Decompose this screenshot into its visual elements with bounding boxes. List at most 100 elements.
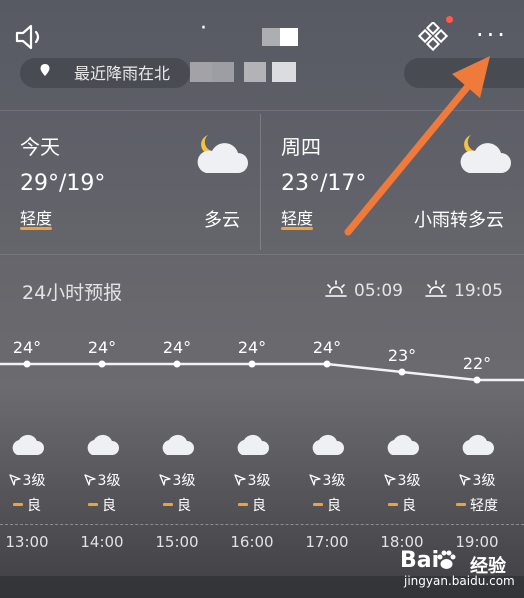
wind-level: 3级 bbox=[372, 470, 432, 490]
wind-direction-icon bbox=[83, 474, 96, 486]
air-quality-bar bbox=[281, 227, 313, 230]
cloud-icon bbox=[462, 434, 494, 455]
wind-level-text: 3级 bbox=[472, 473, 496, 489]
day-condition: 小雨转多云 bbox=[414, 210, 504, 231]
air-quality-text: 良 bbox=[177, 498, 191, 514]
day-name: 周四 bbox=[281, 135, 321, 159]
air-quality: 良 bbox=[297, 495, 357, 515]
wind-level: 3级 bbox=[147, 470, 207, 490]
sunset-icon bbox=[425, 280, 447, 297]
hour-temp: 24° bbox=[312, 338, 342, 357]
hour-temp: 23° bbox=[387, 346, 417, 365]
hour-time: 15:00 bbox=[155, 533, 199, 551]
air-quality-text: 良 bbox=[252, 498, 266, 514]
rain-alert-text: 最近降雨在北 bbox=[74, 64, 171, 83]
wind-direction-icon bbox=[458, 474, 471, 486]
wind-level: 3级 bbox=[222, 470, 282, 490]
cloud-icon bbox=[387, 434, 419, 455]
cloud-icon bbox=[162, 434, 194, 455]
air-quality: 良 bbox=[372, 495, 432, 515]
widgets-icon[interactable] bbox=[418, 22, 448, 52]
sunrise-time: 05:09 bbox=[354, 281, 403, 301]
wind-direction-icon bbox=[8, 474, 21, 486]
wind-direction-icon bbox=[383, 474, 396, 486]
day-card-today[interactable]: 今天 29°/19° 轻度 多云 bbox=[0, 111, 260, 254]
air-quality-bar bbox=[20, 227, 52, 230]
temp-point bbox=[173, 360, 181, 368]
cloud-icon bbox=[87, 434, 119, 455]
hour-temp: 24° bbox=[237, 338, 267, 357]
wind-level-text: 3级 bbox=[22, 473, 46, 489]
air-quality-text: 轻度 bbox=[470, 498, 498, 514]
forecast-title: 24小时预报 bbox=[22, 282, 123, 304]
sunset-time: 19:05 bbox=[454, 281, 503, 301]
air-quality-dash bbox=[163, 503, 173, 506]
wind-level: 3级 bbox=[447, 470, 507, 490]
temp-point bbox=[23, 360, 31, 368]
wind-level: 3级 bbox=[297, 470, 357, 490]
hour-time: 17:00 bbox=[305, 533, 349, 551]
air-quality: 轻度 bbox=[447, 495, 507, 515]
redacted-block bbox=[280, 28, 298, 46]
hour-temp: 24° bbox=[162, 338, 192, 357]
air-quality-text: 良 bbox=[27, 498, 41, 514]
cloud-icon bbox=[12, 434, 44, 455]
wind-level-text: 3级 bbox=[247, 473, 271, 489]
air-quality: 良 bbox=[0, 495, 57, 515]
air-quality-text: 良 bbox=[402, 498, 416, 514]
air-quality: 良 bbox=[72, 495, 132, 515]
location-pin-icon bbox=[40, 64, 50, 76]
cloud-icon bbox=[237, 434, 269, 455]
timeline-divider bbox=[0, 524, 524, 525]
weather-alert-chip[interactable] bbox=[404, 58, 524, 88]
notification-dot bbox=[446, 16, 453, 23]
temp-point bbox=[398, 368, 406, 376]
redacted-block bbox=[190, 62, 212, 82]
temp-point bbox=[323, 360, 331, 368]
hour-time: 14:00 bbox=[80, 533, 124, 551]
temp-point bbox=[98, 360, 106, 368]
rain-alert-banner[interactable]: 最近降雨在北 bbox=[20, 58, 190, 88]
partly-cloudy-night-icon bbox=[460, 135, 511, 173]
air-quality-dash bbox=[88, 503, 98, 506]
air-quality-label: 轻度 bbox=[20, 209, 53, 228]
air-quality-dash bbox=[313, 503, 323, 506]
wind-direction-icon bbox=[308, 474, 321, 486]
day-condition: 多云 bbox=[204, 210, 240, 231]
temp-point bbox=[473, 376, 481, 384]
day-temp-range: 29°/19° bbox=[20, 171, 106, 196]
air-quality-text: 良 bbox=[327, 498, 341, 514]
cloud-icon bbox=[312, 434, 344, 455]
more-menu-button[interactable]: ··· bbox=[474, 20, 510, 50]
hour-temp: 22° bbox=[462, 354, 492, 373]
redacted-block bbox=[272, 62, 296, 82]
hour-time: 16:00 bbox=[230, 533, 274, 551]
paw-icon bbox=[437, 550, 456, 569]
air-quality-dash bbox=[456, 503, 466, 506]
air-quality-label: 轻度 bbox=[281, 209, 314, 228]
air-quality: 良 bbox=[147, 495, 207, 515]
hour-temp: 24° bbox=[87, 338, 117, 357]
divider bbox=[0, 254, 524, 255]
day-name: 今天 bbox=[20, 135, 60, 159]
wind-level: 3级 bbox=[72, 470, 132, 490]
speaker-icon[interactable] bbox=[14, 22, 48, 52]
wind-direction-icon bbox=[233, 474, 246, 486]
air-quality-dash bbox=[13, 503, 23, 506]
hour-time: 13:00 bbox=[5, 533, 49, 551]
top-bar: · ··· 最近降雨在北 bbox=[0, 0, 524, 110]
wind-level-text: 3级 bbox=[97, 473, 121, 489]
wind-level: 3级 bbox=[0, 470, 57, 490]
air-quality-text: 良 bbox=[102, 498, 116, 514]
wind-level-text: 3级 bbox=[172, 473, 196, 489]
day-temp-range: 23°/17° bbox=[281, 171, 367, 196]
redacted-block bbox=[244, 62, 266, 82]
wind-direction-icon bbox=[158, 474, 171, 486]
day-card-thursday[interactable]: 周四 23°/17° 轻度 小雨转多云 bbox=[261, 111, 524, 254]
sunrise-icon bbox=[325, 280, 347, 297]
air-quality-dash bbox=[388, 503, 398, 506]
redacted-block bbox=[212, 62, 234, 82]
hour-temp: 24° bbox=[12, 338, 42, 357]
temp-point bbox=[248, 360, 256, 368]
partly-cloudy-night-icon bbox=[197, 135, 248, 173]
